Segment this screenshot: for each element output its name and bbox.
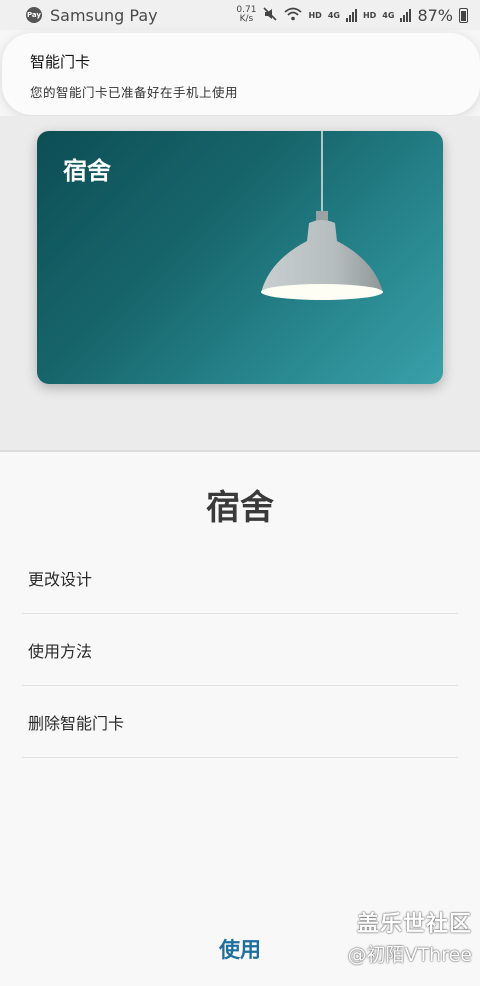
smart-door-card[interactable]: 宿舍	[37, 131, 443, 384]
app-name: Samsung Pay	[50, 5, 158, 25]
use-button[interactable]: 使用	[190, 926, 290, 972]
lamp-illustration	[261, 131, 383, 300]
status-bar: Pay Samsung Pay 0.71 K/s HD 4G HD 4G 87%	[0, 0, 480, 30]
battery-percent: 87%	[417, 5, 453, 25]
battery-icon	[459, 7, 468, 23]
bottom-sheet: 宿舍 更改设计 使用方法 删除智能门卡 使用 盖乐世社区 @初陌VThree	[0, 452, 480, 986]
menu-item-how-to-use[interactable]: 使用方法	[22, 614, 458, 686]
signal2-icon	[400, 8, 412, 22]
network2-label: HD	[362, 10, 377, 20]
watermark-line2: @初陌VThree	[347, 944, 472, 966]
mute-icon	[262, 6, 278, 25]
signal1-icon	[345, 8, 357, 22]
card-title: 宿舍	[63, 156, 111, 185]
menu-item-delete-card[interactable]: 删除智能门卡	[22, 686, 458, 758]
network-speed: 0.71 K/s	[236, 5, 257, 24]
options-menu: 更改设计 使用方法 删除智能门卡	[22, 542, 458, 758]
network2-gen: 4G	[382, 10, 395, 20]
status-right: 0.71 K/s HD 4G HD 4G 87%	[236, 6, 468, 25]
watermark: 盖乐世社区 @初陌VThree	[348, 906, 472, 967]
network1-label: HD	[308, 10, 322, 20]
notification[interactable]: 智能门卡 您的智能门卡已准备好在手机上使用	[2, 33, 480, 115]
menu-item-change-design[interactable]: 更改设计	[22, 542, 458, 614]
sheet-title: 宿舍	[206, 488, 274, 528]
samsung-pay-icon: Pay	[26, 7, 42, 23]
status-left: Pay Samsung Pay	[26, 6, 158, 25]
watermark-line1: 盖乐世社区	[356, 912, 472, 937]
notification-title: 智能门卡	[30, 53, 91, 71]
network1-gen: 4G	[327, 10, 340, 20]
card-area: 宿舍	[0, 116, 480, 450]
notification-text: 您的智能门卡已准备好在手机上使用	[30, 85, 239, 100]
wifi-icon	[284, 7, 303, 24]
